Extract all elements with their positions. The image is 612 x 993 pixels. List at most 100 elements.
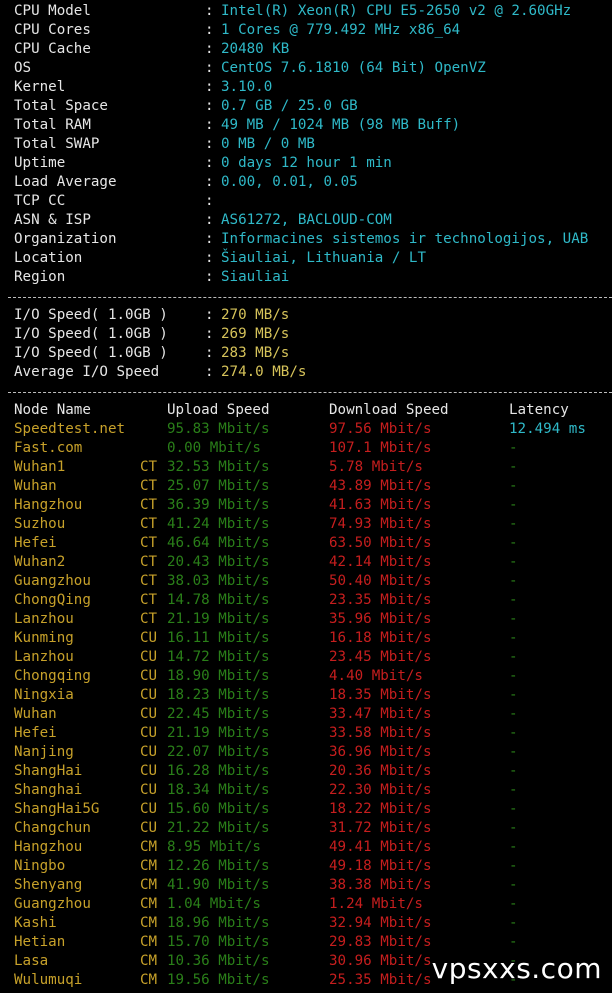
download-speed: 43.89 Mbit/s bbox=[329, 478, 432, 494]
sysinfo-row: Load Average:0.00, 0.01, 0.05 bbox=[0, 173, 612, 192]
header-node-name: Node Name bbox=[14, 402, 91, 418]
latency: - bbox=[509, 611, 518, 627]
table-row: Hefei CT 46.64 Mbit/s 63.50 Mbit/s - bbox=[0, 534, 612, 553]
latency: - bbox=[509, 592, 518, 608]
latency: - bbox=[509, 554, 518, 570]
download-speed: 32.94 Mbit/s bbox=[329, 915, 432, 931]
latency: - bbox=[509, 516, 518, 532]
download-speed: 5.78 Mbit/s bbox=[329, 459, 423, 475]
upload-speed: 18.34 Mbit/s bbox=[167, 782, 270, 798]
node-name: Nanjing bbox=[14, 744, 74, 760]
sysinfo-row: Organization: Informacines sistemos ir te… bbox=[0, 230, 612, 249]
isp-code: CT bbox=[140, 459, 158, 475]
io-separator: : bbox=[205, 345, 214, 361]
sysinfo-row: TCP CC: bbox=[0, 192, 612, 211]
sysinfo-separator: : bbox=[205, 174, 214, 190]
sysinfo-separator: : bbox=[205, 22, 214, 38]
isp-code: CU bbox=[140, 630, 158, 646]
sysinfo-separator: : bbox=[205, 60, 214, 76]
upload-speed: 8.95 Mbit/s bbox=[167, 839, 261, 855]
io-value: 274.0 MB/s bbox=[221, 364, 307, 380]
download-speed: 29.83 Mbit/s bbox=[329, 934, 432, 950]
upload-speed: 16.11 Mbit/s bbox=[167, 630, 270, 646]
io-speed-row: I/O Speed( 1.0GB ):283 MB/s bbox=[0, 344, 612, 363]
sysinfo-value: Intel(R) Xeon(R) CPU E5-2650 v2 @ 2.60GH… bbox=[221, 3, 572, 19]
node-name: Lanzhou bbox=[14, 611, 74, 627]
table-row: Wuhan2 CT 20.43 Mbit/s 42.14 Mbit/s - bbox=[0, 553, 612, 572]
sysinfo-value: 1 Cores @ 779.492 MHz x86_64 bbox=[221, 22, 461, 38]
upload-speed: 19.56 Mbit/s bbox=[167, 972, 270, 988]
node-name: Wuhan2 bbox=[14, 554, 66, 570]
isp-code: CU bbox=[140, 725, 158, 741]
table-row: Ningxia CU 18.23 Mbit/s 18.35 Mbit/s - bbox=[0, 686, 612, 705]
speedtest-header-row: Node Name Upload Speed Download Speed La… bbox=[0, 401, 612, 420]
upload-speed: 25.07 Mbit/s bbox=[167, 478, 270, 494]
sysinfo-separator: : bbox=[205, 98, 214, 114]
download-speed: 97.56 Mbit/s bbox=[329, 421, 432, 437]
download-speed: 18.22 Mbit/s bbox=[329, 801, 432, 817]
sysinfo-value: 3.10.0 bbox=[221, 79, 273, 95]
download-speed: 25.35 Mbit/s bbox=[329, 972, 432, 988]
table-row: Lanzhou CT 21.19 Mbit/s 35.96 Mbit/s - bbox=[0, 610, 612, 629]
table-row: Hangzhou CT 36.39 Mbit/s 41.63 Mbit/s - bbox=[0, 496, 612, 515]
isp-code: CU bbox=[140, 706, 158, 722]
latency: - bbox=[509, 440, 518, 456]
latency: - bbox=[509, 801, 518, 817]
download-speed: 18.35 Mbit/s bbox=[329, 687, 432, 703]
node-name: Lasa bbox=[14, 953, 49, 969]
sysinfo-separator: : bbox=[205, 3, 214, 19]
isp-code: CT bbox=[140, 516, 158, 532]
sysinfo-row: Total SWAP:0 MB / 0 MB bbox=[0, 135, 612, 154]
isp-code: CM bbox=[140, 915, 158, 931]
sysinfo-value: Šiauliai, Lithuania / LT bbox=[221, 250, 426, 266]
io-speed-row: I/O Speed( 1.0GB ):270 MB/s bbox=[0, 306, 612, 325]
upload-speed: 12.26 Mbit/s bbox=[167, 858, 270, 874]
sysinfo-label: Total RAM bbox=[14, 117, 91, 133]
table-row: ShangHai CU 16.28 Mbit/s 20.36 Mbit/s - bbox=[0, 762, 612, 781]
node-name: Ningxia bbox=[14, 687, 74, 703]
io-value: 283 MB/s bbox=[221, 345, 290, 361]
isp-code: CU bbox=[140, 668, 158, 684]
sysinfo-label: Organization bbox=[14, 231, 117, 247]
isp-code: CT bbox=[140, 573, 158, 589]
sysinfo-value: 0.00, 0.01, 0.05 bbox=[221, 174, 358, 190]
sysinfo-label: Total SWAP bbox=[14, 136, 100, 152]
sysinfo-value: AS61272, BACLOUD-COM bbox=[221, 212, 392, 228]
node-name: Wuhan bbox=[14, 478, 57, 494]
io-speed-row: Average I/O Speed:274.0 MB/s bbox=[0, 363, 612, 382]
sysinfo-label: CPU Cache bbox=[14, 41, 91, 57]
table-row: Shenyang CM 41.90 Mbit/s 38.38 Mbit/s - bbox=[0, 876, 612, 895]
latency: - bbox=[509, 573, 518, 589]
sysinfo-separator: : bbox=[205, 212, 214, 228]
upload-speed: 22.45 Mbit/s bbox=[167, 706, 270, 722]
sysinfo-row: Uptime:0 days 12 hour 1 min bbox=[0, 154, 612, 173]
upload-speed: 18.96 Mbit/s bbox=[167, 915, 270, 931]
sysinfo-separator: : bbox=[205, 193, 214, 209]
node-name: Speedtest.net bbox=[14, 421, 126, 437]
latency: - bbox=[509, 763, 518, 779]
latency: - bbox=[509, 858, 518, 874]
isp-code: CM bbox=[140, 877, 158, 893]
upload-speed: 15.70 Mbit/s bbox=[167, 934, 270, 950]
sysinfo-label: Region bbox=[14, 269, 66, 285]
table-row: Kashi CM 18.96 Mbit/s 32.94 Mbit/s - bbox=[0, 914, 612, 933]
download-speed: 33.47 Mbit/s bbox=[329, 706, 432, 722]
latency: - bbox=[509, 820, 518, 836]
sysinfo-row: OS: CentOS 7.6.1810 (64 Bit) OpenVZ bbox=[0, 59, 612, 78]
sysinfo-value: 0 MB / 0 MB bbox=[221, 136, 315, 152]
io-label: I/O Speed( 1.0GB ) bbox=[14, 326, 168, 342]
node-name: Chongqing bbox=[14, 668, 91, 684]
latency: - bbox=[509, 535, 518, 551]
io-speed-row: I/O Speed( 1.0GB ):269 MB/s bbox=[0, 325, 612, 344]
latency: - bbox=[509, 744, 518, 760]
table-row: Fast.com 0.00 Mbit/s 107.1 Mbit/s - bbox=[0, 439, 612, 458]
download-speed: 35.96 Mbit/s bbox=[329, 611, 432, 627]
download-speed: 63.50 Mbit/s bbox=[329, 535, 432, 551]
latency: - bbox=[509, 459, 518, 475]
download-speed: 30.96 Mbit/s bbox=[329, 953, 432, 969]
upload-speed: 46.64 Mbit/s bbox=[167, 535, 270, 551]
isp-code: CT bbox=[140, 478, 158, 494]
download-speed: 23.45 Mbit/s bbox=[329, 649, 432, 665]
io-label: I/O Speed( 1.0GB ) bbox=[14, 307, 168, 323]
io-separator: : bbox=[205, 364, 214, 380]
